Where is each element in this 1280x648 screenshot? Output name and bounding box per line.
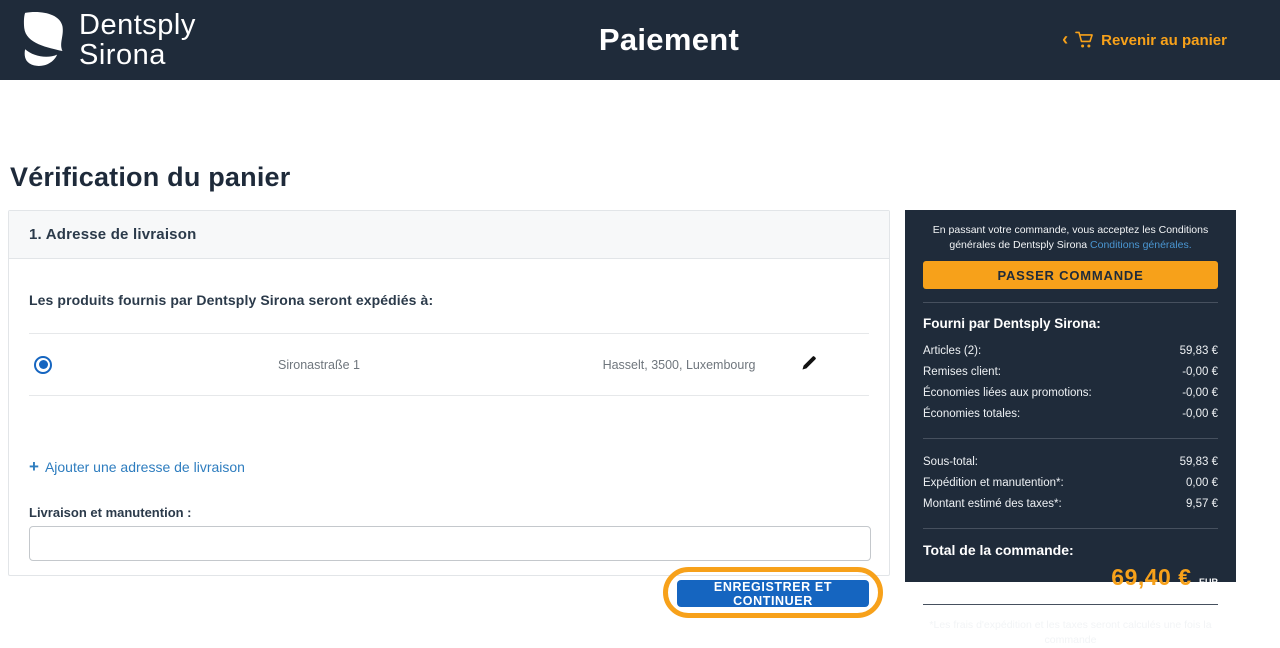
add-shipping-address-label: Ajouter une adresse de livraison	[45, 459, 245, 475]
address-city-line: Hasselt, 3500, Luxembourg	[539, 358, 819, 372]
divider	[29, 395, 869, 396]
brand-logo: Dentsply Sirona	[18, 8, 196, 71]
shipping-address-card: 1. Adresse de livraison Les produits fou…	[8, 210, 890, 576]
shipping-card-header: 1. Adresse de livraison	[9, 211, 889, 259]
brand-wordmark: Dentsply Sirona	[79, 10, 196, 70]
summary-row-label: Expédition et manutention*:	[923, 473, 1064, 494]
order-summary-panel: En passant votre commande, vous acceptez…	[905, 210, 1236, 582]
summary-row-value: -0,00 €	[1182, 404, 1218, 425]
summary-row: Articles (2): 59,83 €	[923, 341, 1218, 362]
order-total-label: Total de la commande:	[923, 542, 1218, 558]
summary-row: Remises client: -0,00 €	[923, 362, 1218, 383]
cart-icon	[1075, 31, 1094, 49]
summary-row-value: 0,00 €	[1186, 473, 1218, 494]
brand-line2: Sirona	[79, 40, 196, 70]
divider	[923, 528, 1218, 529]
app-header: Dentsply Sirona Paiement ‹ Revenir au pa…	[0, 0, 1280, 80]
summary-row-label: Montant estimé des taxes*:	[923, 494, 1062, 515]
divider	[923, 438, 1218, 439]
divider	[923, 604, 1218, 605]
address-street: Sironastraße 1	[179, 358, 459, 372]
summary-row: Sous-total: 59,83 €	[923, 452, 1218, 473]
shipping-intro-text: Les produits fournis par Dentsply Sirona…	[29, 292, 433, 308]
address-radio[interactable]	[34, 356, 52, 374]
summary-row: Montant estimé des taxes*: 9,57 €	[923, 494, 1218, 515]
shipping-card-body: Les produits fournis par Dentsply Sirona…	[9, 259, 889, 575]
dentsply-sirona-logo-icon	[18, 8, 66, 71]
terms-text: En passant votre commande, vous acceptez…	[923, 223, 1218, 252]
address-row: Sironastraße 1 Hasselt, 3500, Luxembourg	[9, 334, 889, 395]
brand-line1: Dentsply	[79, 10, 196, 40]
shipping-section-title: 1. Adresse de livraison	[29, 226, 196, 243]
cart-verification-heading: Vérification du panier	[10, 162, 290, 193]
edit-address-button[interactable]	[794, 354, 824, 376]
terms-link[interactable]: Conditions générales.	[1090, 239, 1192, 251]
summary-row-value: -0,00 €	[1182, 383, 1218, 404]
order-total-value: 69,40 €	[1111, 564, 1191, 590]
supplier-heading: Fourni par Dentsply Sirona:	[923, 316, 1218, 331]
shipping-method-label: Livraison et manutention :	[29, 505, 192, 520]
back-to-cart-label: Revenir au panier	[1101, 32, 1227, 49]
order-total-currency: EUR	[1199, 577, 1218, 587]
save-and-continue-button[interactable]: ENREGISTRER ET CONTINUER	[677, 580, 869, 607]
divider	[923, 302, 1218, 303]
summary-row-label: Sous-total:	[923, 452, 978, 473]
plus-icon: +	[29, 460, 39, 474]
place-order-button[interactable]: PASSER COMMANDE	[923, 261, 1218, 289]
summary-row: Économies liées aux promotions: -0,00 €	[923, 383, 1218, 404]
shipping-method-input[interactable]	[29, 526, 871, 561]
summary-row-value: -0,00 €	[1182, 362, 1218, 383]
summary-row: Économies totales: -0,00 €	[923, 404, 1218, 425]
summary-row-label: Remises client:	[923, 362, 1001, 383]
summary-row-label: Économies totales:	[923, 404, 1020, 425]
add-shipping-address-link[interactable]: + Ajouter une adresse de livraison	[29, 459, 245, 475]
summary-row-label: Économies liées aux promotions:	[923, 383, 1092, 404]
chevron-left-icon: ‹	[1062, 32, 1068, 46]
page-title: Paiement	[599, 22, 739, 58]
summary-row-value: 9,57 €	[1186, 494, 1218, 515]
pencil-icon	[801, 354, 818, 371]
summary-row-label: Articles (2):	[923, 341, 981, 362]
radio-selected-icon	[34, 356, 52, 374]
summary-row-value: 59,83 €	[1180, 341, 1218, 362]
summary-row-value: 59,83 €	[1180, 452, 1218, 473]
back-to-cart-link[interactable]: ‹ Revenir au panier	[1062, 31, 1227, 49]
tax-footnote: *Les frais d'expédition et les taxes ser…	[923, 618, 1218, 647]
summary-row: Expédition et manutention*: 0,00 €	[923, 473, 1218, 494]
order-total-line: 69,40 € EUR	[923, 564, 1218, 591]
